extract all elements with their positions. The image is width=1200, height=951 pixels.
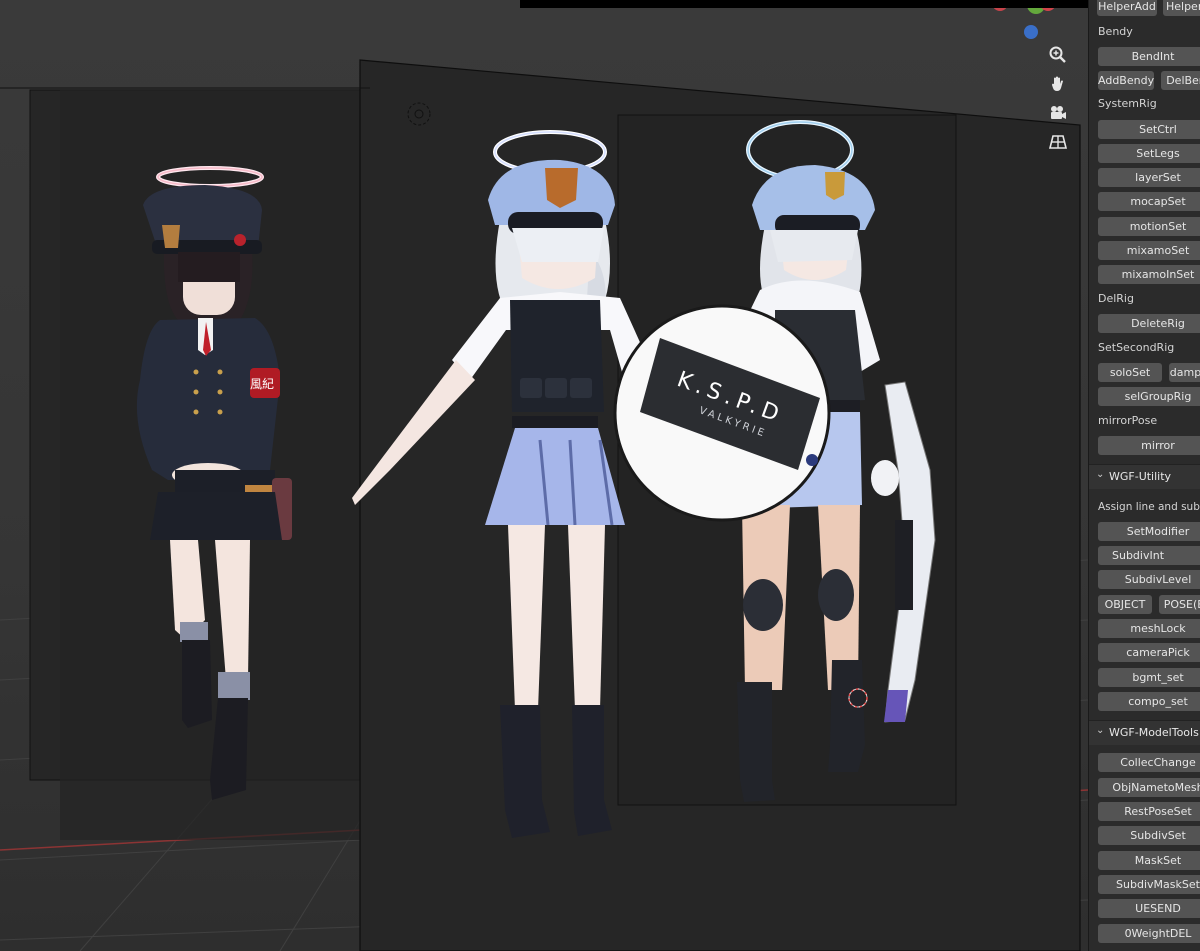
shield[interactable]: K.S.P.D VALKYRIE	[613, 304, 831, 522]
motionset-button[interactable]: motionSet	[1098, 217, 1200, 236]
chevron-down-icon: ⌄	[1096, 725, 1105, 736]
helperr-button[interactable]: HelperR	[1163, 0, 1200, 16]
assign-line-label: Assign line and subdiv	[1098, 501, 1200, 513]
pose-mode-button[interactable]: POSE(E	[1159, 595, 1200, 614]
subdivint-field[interactable]: SubdivInt	[1098, 546, 1200, 565]
compo-set-button[interactable]: compo_set	[1098, 692, 1200, 711]
gizmo-z-icon[interactable]	[1024, 25, 1038, 39]
mixamoinset-button[interactable]: mixamoInSet	[1098, 265, 1200, 284]
subdivset-button[interactable]: SubdivSet	[1098, 826, 1200, 845]
wgf-modeltools-title: WGF-ModelTools	[1109, 726, 1199, 739]
selgrouprig-button[interactable]: selGroupRig	[1098, 387, 1200, 406]
chevron-down-icon: ⌄	[1096, 469, 1105, 480]
systemrig-label: SystemRig	[1098, 97, 1157, 110]
grid-view-icon[interactable]	[1044, 128, 1072, 156]
mirrorpose-label: mirrorPose	[1098, 414, 1158, 427]
mocapset-button[interactable]: mocapSet	[1098, 192, 1200, 211]
addbendy-button[interactable]: AddBendy	[1098, 71, 1154, 90]
bgmt-set-button[interactable]: bgmt_set	[1098, 668, 1200, 687]
sidebar-panel: HelperAdd HelperR Bendy BendInt AddBendy…	[1088, 0, 1200, 951]
armband-text: 風紀	[250, 377, 274, 391]
deleterig-button[interactable]: DeleteRig	[1098, 314, 1200, 333]
camera-icon[interactable]	[1044, 99, 1072, 127]
delrig-label: DelRig	[1098, 292, 1134, 305]
setctrl-button[interactable]: SetCtrl	[1098, 120, 1200, 139]
meshlock-button[interactable]: meshLock	[1098, 619, 1200, 638]
wgf-modeltools-header[interactable]: ⌄ WGF-ModelTools	[1089, 720, 1200, 745]
mirror-button[interactable]: mirror	[1098, 436, 1200, 455]
hand-pan-icon[interactable]	[1044, 70, 1072, 98]
zeroweightdel-button[interactable]: 0WeightDEL	[1098, 924, 1200, 943]
bendint-button[interactable]: BendInt	[1098, 47, 1200, 66]
mixamoset-button[interactable]: mixamoSet	[1098, 241, 1200, 260]
setlegs-button[interactable]: SetLegs	[1098, 144, 1200, 163]
bendy-label: Bendy	[1098, 25, 1133, 38]
objnametomesh-button[interactable]: ObjNametoMesh	[1098, 778, 1200, 797]
viewport-scene: 風紀 K.S.P.D VALKYRIE	[0, 0, 1088, 951]
zoom-icon[interactable]	[1044, 41, 1072, 69]
subdivlevel-button[interactable]: SubdivLevel	[1098, 570, 1200, 589]
dampset-button[interactable]: dampS	[1169, 363, 1200, 382]
helperadd-button[interactable]: HelperAdd	[1097, 0, 1157, 16]
delbendy-button[interactable]: DelBen	[1161, 71, 1200, 90]
setsecondrig-label: SetSecondRig	[1098, 341, 1175, 354]
maskset-button[interactable]: MaskSet	[1098, 851, 1200, 870]
uesend-button[interactable]: UESEND	[1098, 899, 1200, 918]
layerset-button[interactable]: layerSet	[1098, 168, 1200, 187]
wgf-utility-title: WGF-Utility	[1109, 470, 1172, 483]
setmodifier-button[interactable]: SetModifier	[1098, 522, 1200, 541]
collecchange-button[interactable]: CollecChange	[1098, 753, 1200, 772]
subdivmaskset-button[interactable]: SubdivMaskSet	[1098, 875, 1200, 894]
object-mode-button[interactable]: OBJECT	[1098, 595, 1152, 614]
restposeset-button[interactable]: RestPoseSet	[1098, 802, 1200, 821]
soloset-button[interactable]: soloSet	[1098, 363, 1162, 382]
camerapick-button[interactable]: cameraPick	[1098, 643, 1200, 662]
3d-viewport[interactable]: 風紀 K.S.P.D VALKYRIE	[0, 0, 1088, 951]
viewport-header-strip	[520, 0, 1088, 8]
wgf-utility-header[interactable]: ⌄ WGF-Utility	[1089, 464, 1200, 489]
